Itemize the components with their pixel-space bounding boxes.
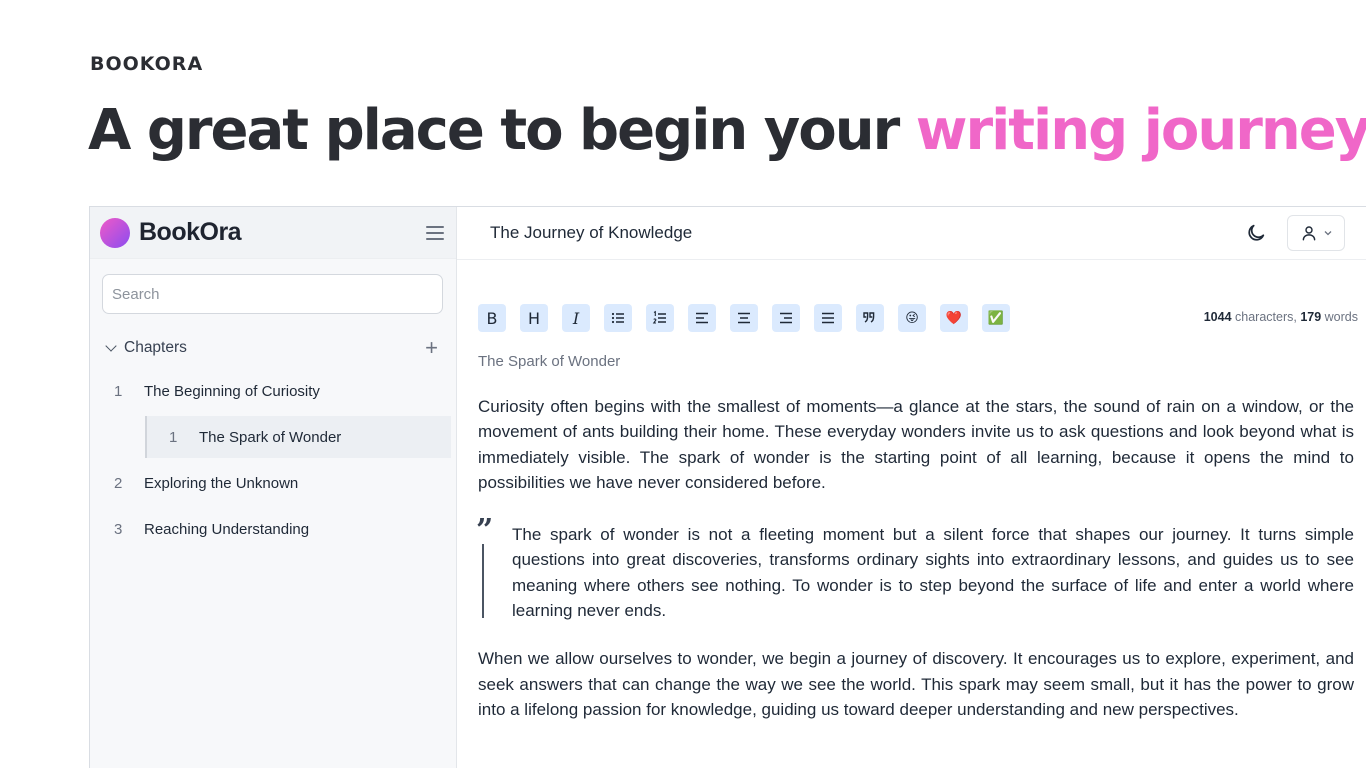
hamburger-menu-icon[interactable] <box>426 225 444 240</box>
align-center-button[interactable] <box>730 304 758 332</box>
paragraph: When we allow ourselves to wonder, we be… <box>478 649 1354 719</box>
sidebar: BookOra Chapters + 1 The Beginning of Cu… <box>90 207 457 768</box>
logo-text: BookOra <box>139 218 242 246</box>
align-justify-icon <box>822 312 834 324</box>
user-icon <box>1302 226 1315 241</box>
quote-mark-icon: ” <box>476 513 494 549</box>
blockquote: ” The spark of wonder is not a fleeting … <box>476 516 1354 623</box>
align-right-button[interactable] <box>772 304 800 332</box>
italic-button[interactable]: I <box>562 304 590 332</box>
align-right-icon <box>780 312 792 324</box>
bold-button[interactable]: B <box>478 304 506 332</box>
chapter-number: 2 <box>114 474 123 492</box>
quote-bar <box>482 544 484 619</box>
word-counter: 1044 characters, 179 words <box>1203 310 1358 324</box>
logo-icon <box>100 217 130 248</box>
heart-icon: ❤️ <box>945 310 963 325</box>
search-input[interactable] <box>102 274 443 314</box>
bullet-list-button[interactable] <box>604 304 632 332</box>
quote-icon <box>863 312 875 323</box>
align-left-button[interactable] <box>688 304 716 332</box>
brand-wordmark: BOOKORA <box>90 53 204 75</box>
numbered-list-button[interactable] <box>646 304 674 332</box>
emoji-smile-icon: 😜 <box>905 310 919 325</box>
emoji-heart-button[interactable]: ❤️ <box>940 304 968 332</box>
app-window: BookOra Chapters + 1 The Beginning of Cu… <box>89 206 1366 768</box>
editor-main: The Journey of Knowledge B H I 😜 ❤️ ✅ 10… <box>457 207 1366 768</box>
chapter-label: Reaching Understanding <box>144 520 310 538</box>
chapter-item-3[interactable]: 3 Reaching Understanding <box>114 516 309 542</box>
headline-main: A great place to begin your <box>88 98 916 163</box>
quote-text: The spark of wonder is not a fleeting mo… <box>512 525 1354 621</box>
emoji-smile-button[interactable]: 😜 <box>898 304 926 332</box>
heading-button[interactable]: H <box>520 304 548 332</box>
align-justify-button[interactable] <box>814 304 842 332</box>
paragraph: Curiosity often begins with the smallest… <box>478 397 1354 492</box>
chapter-label: Exploring the Unknown <box>144 474 299 492</box>
numbered-list-icon <box>652 310 666 324</box>
chapter-label: The Spark of Wonder <box>199 428 342 446</box>
chapter-item-1[interactable]: 1 The Beginning of Curiosity <box>114 378 320 404</box>
bullet-list-icon <box>611 312 624 324</box>
emoji-check-button[interactable]: ✅ <box>982 304 1010 332</box>
document-title: The Journey of Knowledge <box>490 223 693 242</box>
chevron-down-icon[interactable] <box>105 340 117 352</box>
subchapter-item-selected[interactable]: 1 The Spark of Wonder <box>145 416 451 458</box>
format-toolbar: B H I 😜 ❤️ ✅ <box>478 304 1010 332</box>
hero-headline: A great place to begin your writing jour… <box>88 96 1366 166</box>
topbar: The Journey of Knowledge <box>457 207 1366 260</box>
chapter-label: The Beginning of Curiosity <box>144 382 320 400</box>
section-subtitle: The Spark of Wonder <box>478 353 621 370</box>
chapter-item-2[interactable]: 2 Exploring the Unknown <box>114 470 298 496</box>
align-left-icon <box>696 312 708 324</box>
add-chapter-icon[interactable]: + <box>425 337 438 359</box>
check-icon: ✅ <box>987 310 1005 325</box>
chevron-down-icon <box>1324 231 1331 236</box>
editor-content[interactable]: The Spark of Wonder Curiosity often begi… <box>476 353 1354 722</box>
user-menu-button[interactable] <box>1287 215 1345 251</box>
chapters-header[interactable]: Chapters + <box>104 335 444 361</box>
chapter-number: 3 <box>114 520 123 538</box>
chapters-label: Chapters <box>124 339 187 356</box>
headline-accent: writing journey <box>915 98 1366 163</box>
align-center-icon <box>738 312 750 324</box>
chapter-number: 1 <box>114 382 123 400</box>
moon-icon[interactable] <box>1245 222 1267 244</box>
quote-button[interactable] <box>856 304 884 332</box>
chapter-number: 1 <box>169 428 178 446</box>
sidebar-header: BookOra <box>90 207 456 259</box>
